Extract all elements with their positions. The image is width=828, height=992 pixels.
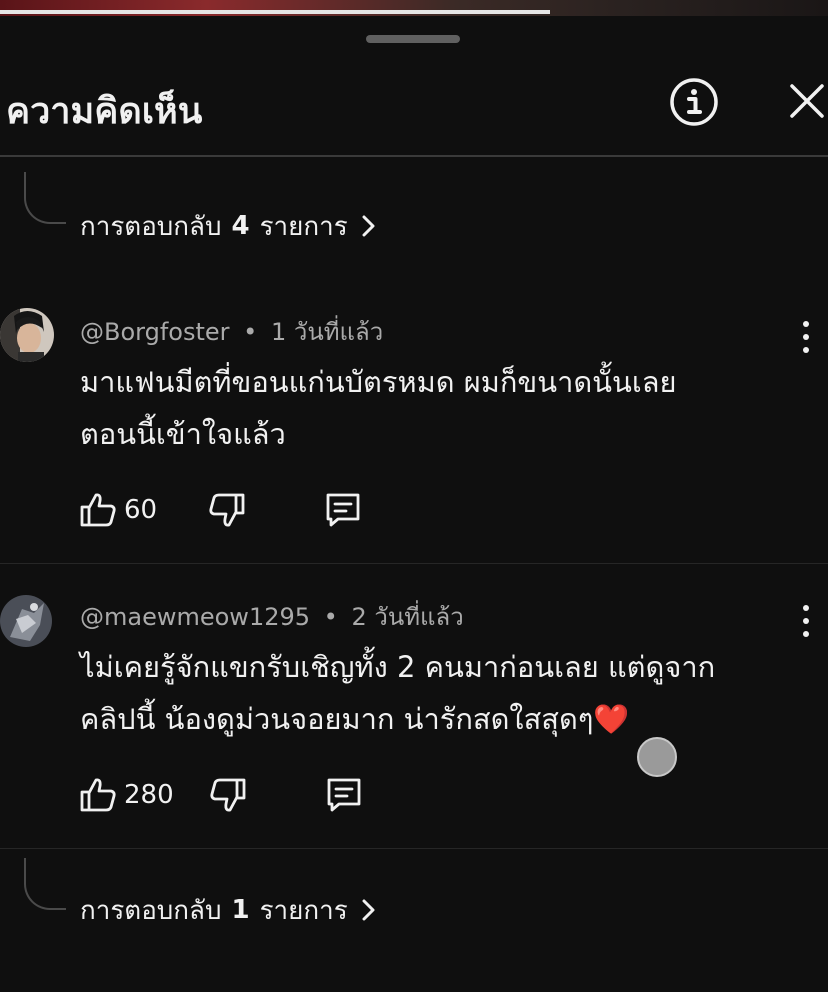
thread-connector [24, 858, 66, 910]
drag-handle[interactable] [366, 35, 460, 43]
comment-time: 1 วันที่แล้ว [270, 318, 384, 346]
more-vert-icon [803, 605, 809, 611]
chevron-right-icon [362, 899, 375, 921]
comment-author[interactable]: @maewmeow1295 [80, 603, 310, 631]
info-button[interactable] [668, 76, 720, 128]
like-icon [80, 493, 116, 527]
comment-more-button[interactable] [796, 603, 816, 639]
info-icon [670, 78, 718, 126]
comment-line: มาแฟนมีตที่ขอนแก่นบัตรหมด ผมก็ขนาดนั้นเล… [80, 365, 677, 399]
replies-count: 4 [231, 211, 250, 241]
meta-separator: • [323, 603, 338, 631]
replies-count: 1 [231, 895, 250, 925]
video-progress-bar[interactable] [0, 10, 550, 14]
comment-meta: @maewmeow1295 • 2 วันที่แล้ว [80, 597, 464, 636]
close-icon [790, 84, 824, 118]
like-count: 280 [124, 780, 174, 810]
view-replies-button[interactable]: การตอบกลับ 1 รายการ [80, 890, 376, 930]
comment-text: มาแฟนมีตที่ขอนแก่นบัตรหมด ผมก็ขนาดนั้นเล… [80, 356, 780, 460]
panel-title: ความคิดเห็น [6, 91, 203, 132]
comment-author[interactable]: @Borgfoster [80, 318, 230, 346]
dislike-button[interactable] [208, 775, 248, 815]
comment-more-button[interactable] [796, 319, 816, 355]
close-button[interactable] [784, 78, 828, 124]
like-button[interactable]: 60 [78, 490, 157, 530]
replies-prefix: การตอบกลับ [80, 895, 222, 926]
comment-line: ไม่เคยรู้จักแขกรับเชิญทั้ง 2 คนมาก่อนเลย… [80, 650, 716, 684]
more-vert-icon [803, 321, 809, 327]
thread-connector [24, 172, 66, 224]
replies-suffix: รายการ [259, 211, 348, 242]
like-count: 60 [124, 495, 158, 525]
comment-actions: 280 [78, 775, 364, 815]
comment-actions: 60 [78, 490, 363, 530]
dislike-icon [210, 778, 246, 812]
reply-button[interactable] [323, 490, 363, 530]
meta-separator: • [243, 318, 258, 346]
like-button[interactable]: 280 [78, 775, 174, 815]
header-divider [0, 155, 828, 157]
reply-button[interactable] [324, 775, 364, 815]
comment-divider [0, 848, 828, 849]
like-icon [80, 778, 116, 812]
reply-icon [326, 493, 360, 527]
chevron-right-icon [362, 215, 375, 237]
reply-icon [327, 778, 361, 812]
view-replies-button[interactable]: การตอบกลับ 4 รายการ [80, 206, 376, 246]
replies-prefix: การตอบกลับ [80, 211, 222, 242]
dislike-icon [209, 493, 245, 527]
comment-time: 2 วันที่แล้ว [351, 603, 464, 631]
touch-indicator [637, 737, 677, 777]
comment-divider [0, 563, 828, 564]
avatar[interactable] [0, 308, 54, 362]
comment-line: ตอนนี้เข้าใจแล้ว [80, 417, 286, 451]
comment-line: คลิปนี้ น้องดูม่วนจอยมาก น่ารักสดใสสุดๆ❤… [80, 702, 630, 736]
replies-suffix: รายการ [259, 895, 348, 926]
comment-meta: @Borgfoster • 1 วันที่แล้ว [80, 312, 383, 351]
avatar[interactable] [0, 595, 52, 647]
dislike-button[interactable] [207, 490, 247, 530]
comment-text: ไม่เคยรู้จักแขกรับเชิญทั้ง 2 คนมาก่อนเลย… [80, 641, 780, 745]
